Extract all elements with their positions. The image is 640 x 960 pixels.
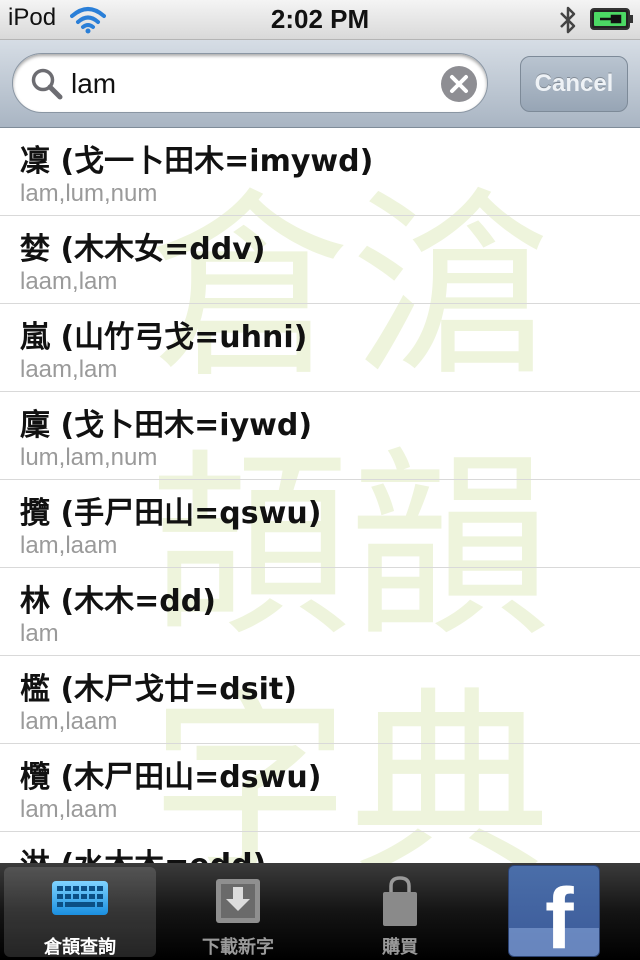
- tab-label: 下載新字: [202, 937, 274, 958]
- tab-download-new-chars[interactable]: 下載新字: [162, 867, 314, 958]
- list-item[interactable]: 檻 (木尸戈廿=dsit) lam,laam: [0, 656, 640, 744]
- status-bar: iPod 2:02 PM: [0, 0, 640, 40]
- char-readings: laam,lam: [20, 356, 118, 383]
- carrier-label: iPod: [8, 4, 57, 31]
- search-field[interactable]: [12, 53, 488, 113]
- battery-charging-icon: [590, 8, 633, 30]
- char-readings: laam,lam: [20, 268, 118, 295]
- clear-search-button[interactable]: [441, 66, 477, 102]
- char-title: 攬 (手尸田山=qswu): [20, 496, 322, 531]
- char-readings: lum,lam,num: [20, 444, 158, 471]
- list-item[interactable]: 林 (木木=dd) lam: [0, 568, 640, 656]
- char-title: 檻 (木尸戈廿=dsit): [20, 672, 297, 707]
- wifi-icon: [70, 7, 106, 34]
- char-title: 廩 (戈卜田木=iywd): [20, 408, 313, 443]
- char-title: 婪 (木木女=ddv): [20, 232, 266, 267]
- list-item[interactable]: 廩 (戈卜田木=iywd) lum,lam,num: [0, 392, 640, 480]
- tab-label: 倉頡查詢: [44, 937, 116, 958]
- tab-purchase[interactable]: 購買: [324, 867, 476, 958]
- search-icon: [31, 68, 63, 100]
- char-readings: lam: [20, 620, 59, 647]
- list-item[interactable]: 攬 (手尸田山=qswu) lam,laam: [0, 480, 640, 568]
- char-title: 凜 (戈一卜田木=imywd): [20, 144, 374, 179]
- download-icon: [216, 879, 260, 923]
- shopping-bag-icon: [383, 876, 417, 926]
- char-readings: lam,laam: [20, 708, 118, 735]
- list-item[interactable]: 凜 (戈一卜田木=imywd) lam,lum,num: [0, 128, 640, 216]
- list-item[interactable]: 欖 (木尸田山=dswu) lam,laam: [0, 744, 640, 832]
- list-item[interactable]: 淋 (水木木=edd): [0, 832, 640, 863]
- char-readings: lam,laam: [20, 532, 118, 559]
- char-title: 欖 (木尸田山=dswu): [20, 760, 322, 795]
- search-bar: Cancel: [0, 40, 640, 128]
- list-item[interactable]: 婪 (木木女=ddv) laam,lam: [0, 216, 640, 304]
- char-title: 嵐 (山竹弓戈=uhni): [20, 320, 308, 355]
- facebook-icon: f: [545, 871, 574, 957]
- facebook-button[interactable]: f: [508, 865, 600, 957]
- search-input[interactable]: [71, 64, 431, 104]
- tab-cangjie-lookup[interactable]: 倉頡查詢: [4, 867, 156, 958]
- cancel-button[interactable]: Cancel: [520, 56, 628, 112]
- char-readings: lam,lum,num: [20, 180, 158, 207]
- results-list[interactable]: 倉 滄 頡 韻 字 典 凜 (戈一卜田木=imywd) lam,lum,num …: [0, 128, 640, 863]
- tab-label: 購買: [382, 937, 418, 958]
- close-icon: [450, 75, 468, 93]
- list-item[interactable]: 嵐 (山竹弓戈=uhni) laam,lam: [0, 304, 640, 392]
- keyboard-icon: [52, 881, 108, 915]
- bluetooth-icon: [560, 6, 576, 34]
- char-readings: lam,laam: [20, 796, 118, 823]
- char-title: 林 (木木=dd): [20, 584, 216, 619]
- char-title: 淋 (水木木=edd): [20, 840, 266, 863]
- tab-bar: 倉頡查詢 下載新字 購買 f: [0, 863, 640, 960]
